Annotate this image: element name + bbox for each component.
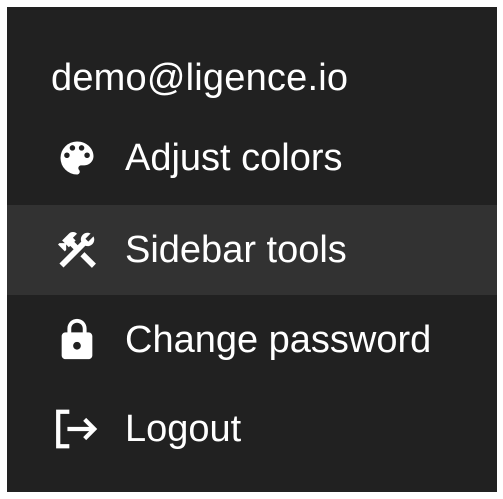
user-menu: demo@ligence.io Adjust colors Sidebar to…: [7, 7, 497, 492]
menu-item-logout[interactable]: Logout: [7, 384, 497, 474]
lock-icon: [51, 314, 103, 366]
logout-icon: [51, 403, 103, 455]
tools-icon: [51, 224, 103, 276]
menu-item-label: Sidebar tools: [125, 229, 347, 271]
menu-item-label: Logout: [125, 408, 242, 450]
palette-icon: [51, 132, 103, 184]
menu-item-adjust-colors[interactable]: Adjust colors: [7, 113, 497, 203]
menu-item-change-password[interactable]: Change password: [7, 295, 497, 385]
menu-item-sidebar-tools[interactable]: Sidebar tools: [7, 205, 497, 295]
menu-item-label: Adjust colors: [125, 137, 343, 179]
menu-item-label: Change password: [125, 319, 432, 361]
account-email: demo@ligence.io: [51, 57, 349, 99]
